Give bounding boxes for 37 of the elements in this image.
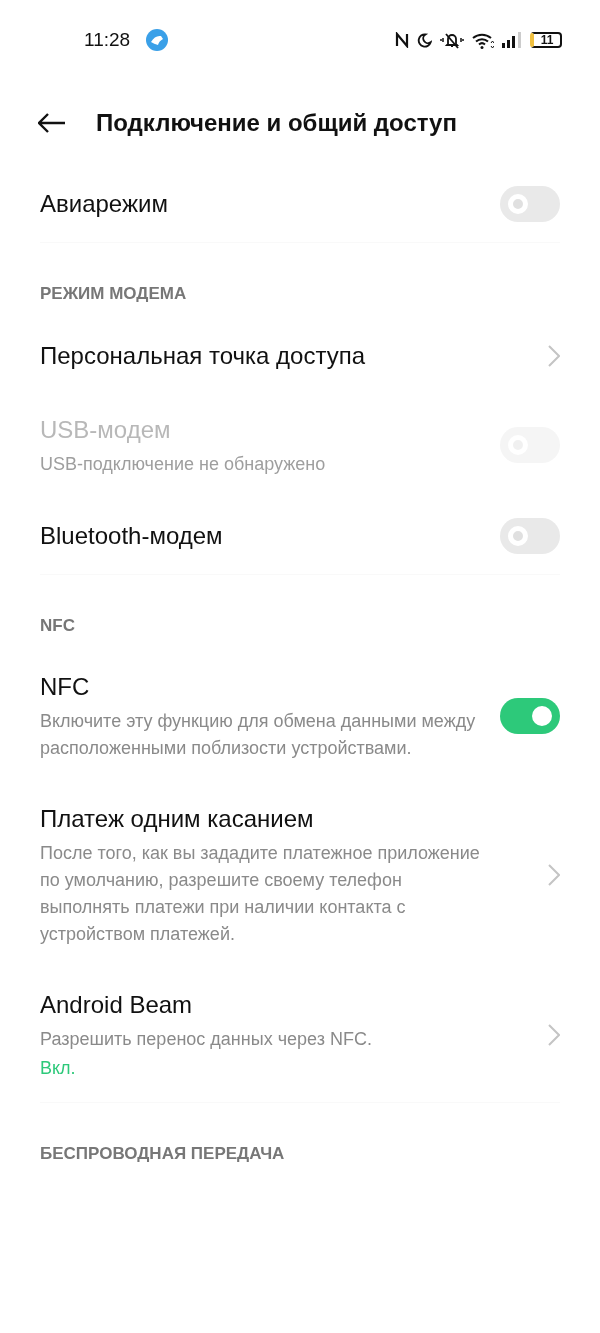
setting-title: Авиарежим <box>40 189 169 219</box>
section-heading: БЕСПРОВОДНАЯ ПЕРЕДАЧА <box>40 1143 286 1165</box>
chevron-right-icon <box>548 864 560 886</box>
chevron-right-icon <box>548 1024 560 1046</box>
chevron-right-icon <box>548 344 560 367</box>
setting-description: Включите эту функцию для обмена данными между расположенными поблизости устройствами. <box>40 710 477 760</box>
battery-indicator: 11 <box>530 32 562 48</box>
setting-title: Персональная точка доступа <box>40 340 366 371</box>
setting-title: Bluetooth-модем <box>40 520 224 551</box>
settings-row[interactable]: Авиарежим <box>40 166 560 242</box>
toggle-switch[interactable] <box>500 698 560 734</box>
setting-title: Платеж одним касанием <box>40 804 315 834</box>
signal-icon <box>502 32 522 48</box>
app-notification-icon <box>146 29 169 51</box>
back-arrow-icon[interactable] <box>38 113 66 133</box>
setting-description: Разрешить перенос данных через NFC. <box>40 1028 373 1051</box>
settings-row[interactable]: Персональная точка доступа <box>40 318 560 393</box>
section-heading: РЕЖИМ МОДЕМА <box>40 283 188 305</box>
wifi-icon <box>472 31 494 49</box>
setting-description: После того, как вы зададите платежное приложение по умолчанию, разрешите своему телефон выполнять платежи при наличии контакта с устройством платежей. <box>40 842 481 946</box>
section-heading: NFC <box>40 614 76 637</box>
settings-row[interactable]: NFC Включите эту функцию для обмена данными между расположенными поблизости устройствами. <box>40 650 560 782</box>
setting-title: Android Beam <box>40 990 194 1020</box>
setting-description: USB-подключение не обнаружено <box>40 452 327 476</box>
nfc-icon <box>395 32 409 48</box>
muted-bell-icon <box>440 31 464 49</box>
settings-row[interactable]: Платеж одним касанием После того, как вы зададите платежное приложение по умолчанию, разрешите своему телефон выполнять платежи при наличии контакта с устройством платежей. <box>40 782 560 968</box>
toggle-switch[interactable] <box>500 186 560 222</box>
setting-status: Вкл. <box>40 1057 77 1080</box>
clock-time: 11:28 <box>84 27 131 52</box>
settings-row[interactable]: Android Beam Разрешить перенос данных через NFC. Вкл. <box>40 968 560 1102</box>
setting-title: NFC <box>40 672 91 702</box>
moon-icon <box>417 32 432 48</box>
settings-row[interactable]: Bluetooth-модем <box>40 497 560 574</box>
toggle-switch[interactable] <box>500 517 560 554</box>
setting-title: USB-модем <box>40 414 172 445</box>
page-title: Подключение и общий доступ <box>96 108 457 138</box>
